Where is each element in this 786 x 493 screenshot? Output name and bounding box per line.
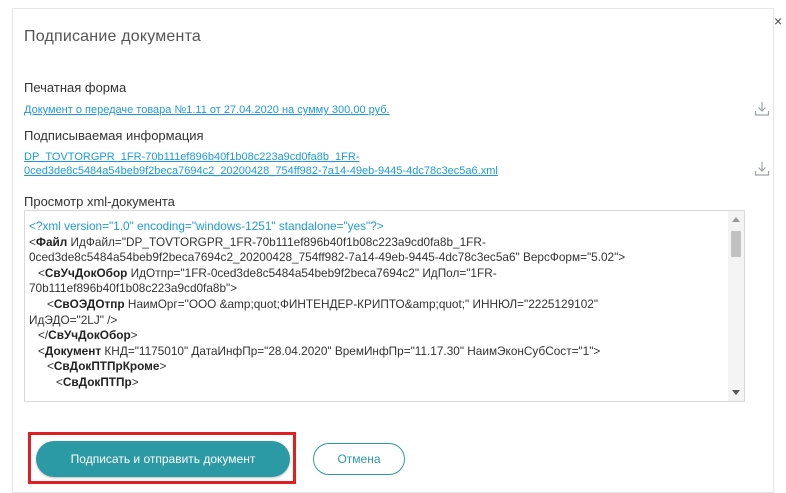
sign-and-send-button[interactable]: Подписать и отправить документ [36, 441, 290, 477]
xml-attributes: ИдЭДО="2LJ" /> [29, 312, 118, 327]
xml-bracket: </ [38, 328, 49, 343]
print-form-label: Печатная форма [24, 80, 127, 95]
xml-line: <СвОЭДОтпр НаимОрг="ООО &amp;quot;ФИНТЕН… [29, 297, 727, 313]
signed-info-link-line1: DP_TOVTORGPR_1FR-70b111ef896b40f1b08c223… [24, 151, 360, 163]
xml-attributes: ИдФайл="DP_TOVTORGPR_1FR-70b111ef896b40f… [67, 234, 486, 249]
xml-bracket: < [29, 234, 36, 249]
xml-attributes: 0ced3de8c5484a54beb9f2beca7694c2_2020042… [29, 250, 626, 265]
xml-line: <?xml version="1.0" encoding="windows-12… [29, 219, 727, 235]
xml-tag: СвУчДокОбор [48, 328, 131, 343]
signed-info-link[interactable]: DP_TOVTORGPR_1FR-70b111ef896b40f1b08c223… [24, 150, 498, 178]
cancel-button[interactable]: Отмена [313, 443, 405, 475]
xml-line: 70b111ef896b40f1b08c223a9cd0fa8b"> [29, 281, 727, 297]
xml-bracket: < [56, 374, 63, 389]
xml-tag: СвУчДокОбор [44, 265, 128, 280]
xml-bracket: < [47, 296, 54, 311]
xml-line: <СвДокПТПрКроме> [29, 359, 727, 375]
xml-tag: СвОЭДОтпр [53, 296, 125, 311]
xml-attributes: ИдОтпр="1FR-0ced3de8c5484a54beb9f2beca76… [127, 265, 497, 280]
xml-line: <Документ КНД="1175010" ДатаИнфПр="28.04… [29, 344, 727, 360]
dialog-title: Подписание документа [24, 28, 202, 45]
scroll-down-icon[interactable] [732, 390, 740, 395]
xml-line: </СвУчДокОбор> [29, 328, 727, 344]
xml-attributes: НаимОрг="ООО &amp;quot;ФИНТЕНДЕР-КРИПТО&… [124, 296, 599, 311]
xml-attributes: > [131, 374, 139, 389]
xml-attributes: > [130, 328, 138, 343]
xml-tag: СвДокПТПрКроме [53, 359, 160, 374]
xml-line: ИдЭДО="2LJ" /> [29, 313, 727, 329]
print-form-link[interactable]: Документ о передаче товара №1.11 от 27.0… [24, 103, 390, 117]
download-icon[interactable] [754, 101, 770, 117]
xml-attributes: 70b111ef896b40f1b08c223a9cd0fa8b"> [29, 281, 238, 296]
xml-content: <?xml version="1.0" encoding="windows-12… [29, 219, 727, 391]
signed-info-link-line2: 0ced3de8c5484a54beb9f2beca7694c2_2020042… [24, 165, 498, 177]
vertical-scrollbar[interactable] [728, 211, 744, 401]
xml-line: <Файл ИдФайл="DP_TOVTORGPR_1FR-70b111ef8… [29, 235, 727, 251]
signed-info-label: Подписываемая информация [24, 128, 204, 143]
close-icon[interactable]: × [774, 14, 782, 28]
xml-attributes: > [159, 359, 167, 374]
xml-bracket: < [47, 359, 54, 374]
xml-line: <СвДокПТПр> [29, 375, 727, 391]
xml-bracket: < [38, 343, 45, 358]
xml-line: <СвУчДокОбор ИдОтпр="1FR-0ced3de8c5484a5… [29, 266, 727, 282]
xml-tag: СвДокПТПр [62, 374, 132, 389]
xml-declaration: <?xml version="1.0" encoding="windows-12… [29, 219, 384, 233]
xml-view-label: Просмотр xml-документа [24, 194, 175, 209]
scroll-up-icon[interactable] [732, 217, 740, 222]
xml-tag: Файл [35, 234, 68, 249]
xml-tag: Документ [44, 343, 102, 358]
scrollbar-thumb[interactable] [731, 231, 741, 257]
xml-viewer[interactable]: <?xml version="1.0" encoding="windows-12… [24, 210, 745, 402]
xml-attributes: КНД="1175010" ДатаИнфПр="28.04.2020" Вре… [101, 343, 601, 358]
xml-line: 0ced3de8c5484a54beb9f2beca7694c2_2020042… [29, 250, 727, 266]
download-icon[interactable] [754, 161, 770, 177]
xml-bracket: < [38, 265, 45, 280]
